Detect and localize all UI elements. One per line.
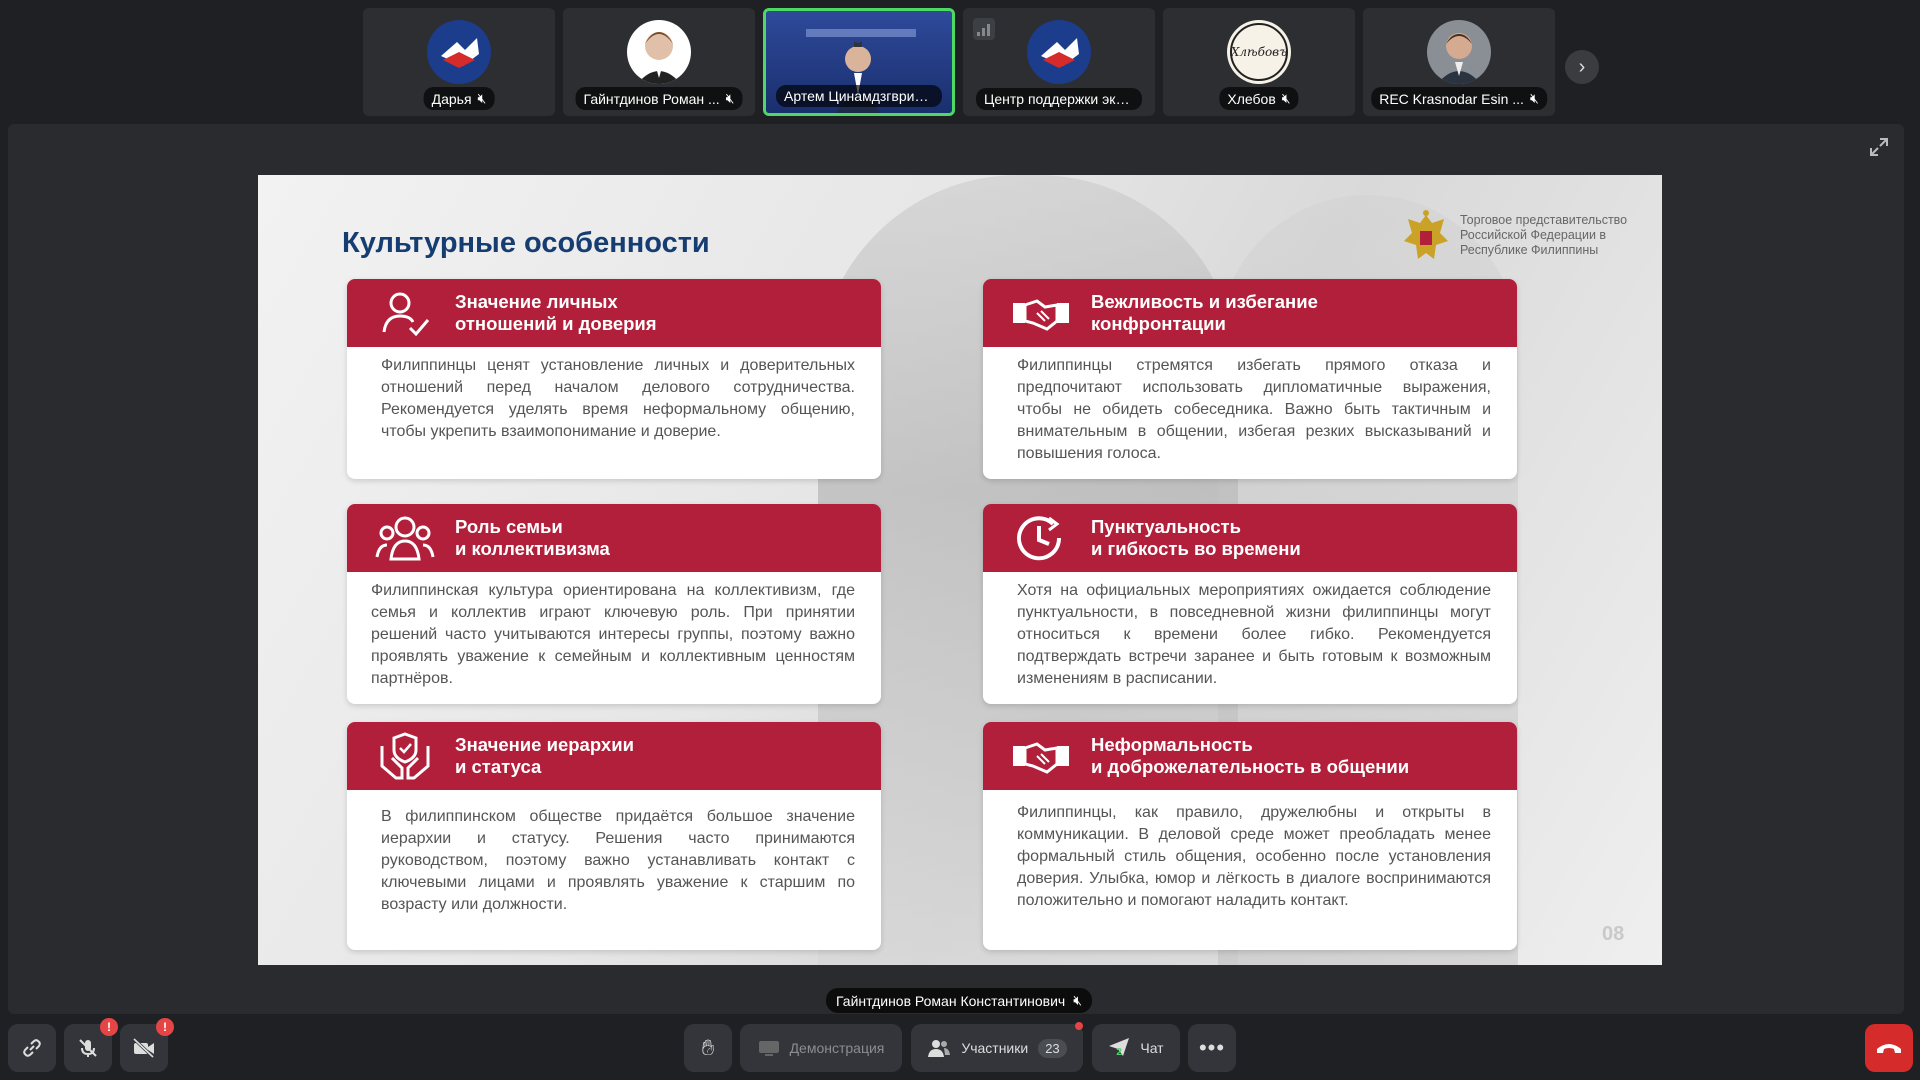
card-title: Пунктуальность и гибкость во времени: [1091, 516, 1301, 559]
mic-off-icon: 🔇︎: [725, 90, 735, 106]
chevron-right-icon[interactable]: ›: [1565, 50, 1599, 84]
info-card: Роль семьи и коллективизма Филиппинская …: [347, 504, 881, 704]
info-card: Вежливость и избегание конфронтации Фили…: [983, 279, 1517, 479]
hlebov-logo-icon: Хлѣбовъ: [1230, 23, 1288, 81]
users-icon: [928, 1040, 951, 1057]
logo-icon: [441, 38, 479, 68]
info-card: Неформальность и доброжелательность в об…: [983, 722, 1517, 950]
card-text: Филиппинцы, как правило, дружелюбны и от…: [1017, 804, 1491, 909]
card-title: Значение личных отношений и доверия: [455, 291, 657, 334]
mic-off-icon: 🔇︎: [1529, 90, 1539, 106]
alert-badge: !: [100, 1018, 118, 1036]
card-title: Неформальность и доброжелательность в об…: [1091, 734, 1410, 777]
camera-toggle-button[interactable]: !: [120, 1018, 174, 1072]
card-text: Филиппинцы ценят установление личных и д…: [381, 357, 855, 440]
page-number: 08: [1602, 923, 1625, 945]
participant-tile[interactable]: Дарья 🔇︎: [363, 8, 555, 116]
avatar: [427, 20, 491, 84]
mic-off-icon: [79, 1039, 97, 1057]
info-card: Значение иерархии и статуса В филиппинск…: [347, 722, 881, 950]
link-icon: [23, 1039, 41, 1057]
avatar: [1427, 20, 1491, 84]
person-photo-icon: [1437, 33, 1481, 84]
copy-link-button[interactable]: [8, 1024, 56, 1072]
audio-level-icon: [973, 18, 995, 40]
participants-count: 23: [1038, 1038, 1067, 1058]
speaker-name: Гайнтдинов Роман Константинович: [836, 992, 1066, 1009]
participant-tile[interactable]: Гайнтдинов Роман ... 🔇︎: [563, 8, 755, 116]
hands-shield-icon: [371, 722, 439, 790]
participant-strip: Дарья 🔇︎ Гайнтдинов Роман ... 🔇︎ Артем Цин…: [363, 8, 1555, 116]
card-text: Филиппинцы стремятся избегать прямого от…: [1017, 357, 1491, 462]
notification-dot: [1075, 1022, 1083, 1030]
mic-off-icon: 🔇︎: [1073, 992, 1083, 1008]
organization-name: Торговое представительство Российской Фе…: [1460, 213, 1628, 257]
participant-tile[interactable]: Хлѣбовъ Хлебов 🔇︎: [1163, 8, 1355, 116]
mic-off-icon: 🔇︎: [477, 90, 487, 106]
participant-tile[interactable]: REC Krasnodar Esin ... 🔇︎: [1363, 8, 1555, 116]
mic-off-icon: 🔇︎: [1281, 90, 1291, 106]
participant-tile[interactable]: Центр поддержки экс...: [963, 8, 1155, 116]
card-title: Значение иерархии и статуса: [455, 734, 634, 777]
speaker-label: Гайнтдинов Роман Константинович 🔇︎: [826, 988, 1093, 1013]
participant-name: Хлебов: [1227, 90, 1276, 107]
end-call-button[interactable]: [1865, 1024, 1913, 1072]
chat-badge: 2: [1116, 1046, 1122, 1058]
camera-off-icon: [132, 1037, 155, 1059]
person-check-icon: [371, 279, 439, 347]
participant-name: Гайнтдинов Роман ...: [583, 90, 720, 107]
avatar: [627, 20, 691, 84]
presentation-slide: Культурные особенности Торговое представ…: [258, 175, 1662, 965]
more-icon: •••: [1198, 1035, 1226, 1060]
raise-hand-button[interactable]: ✋︎: [684, 1024, 732, 1072]
avatar: Хлѣбовъ: [1227, 20, 1291, 84]
participant-tile-active[interactable]: Артем Цинамдзгвриш...: [763, 8, 955, 116]
screen-share-button[interactable]: Демонстрация: [740, 1024, 902, 1072]
group-icon: [371, 504, 439, 572]
participant-name: Дарья: [431, 90, 472, 107]
chat-button[interactable]: 2 Чат: [1092, 1024, 1180, 1072]
person-photo-icon: [637, 32, 681, 84]
card-text: Хотя на официальных мероприятиях ожидает…: [1017, 582, 1491, 687]
participant-name: Артем Цинамдзгвриш...: [784, 88, 934, 104]
expand-icon[interactable]: [1868, 136, 1890, 158]
avatar: [1027, 20, 1091, 84]
screen-share-label: Демонстрация: [789, 1040, 885, 1056]
more-options-button[interactable]: •••: [1188, 1024, 1236, 1072]
participant-name: REC Krasnodar Esin ...: [1379, 90, 1524, 107]
participant-name: Центр поддержки экс...: [984, 91, 1134, 107]
hand-icon: ✋︎: [701, 1035, 715, 1060]
alert-badge: !: [156, 1018, 174, 1036]
screen-icon: [758, 1041, 779, 1056]
chat-label: Чат: [1140, 1040, 1164, 1056]
coat-of-arms-icon: [1404, 210, 1448, 259]
mic-toggle-button[interactable]: !: [64, 1018, 118, 1072]
card-title: Вежливость и избегание конфронтации: [1091, 291, 1318, 334]
info-card: Значение личных отношений и доверия Фили…: [347, 279, 881, 479]
participants-button[interactable]: Участники 23: [911, 1022, 1083, 1072]
handshake-icon: [1007, 722, 1075, 790]
participants-label: Участники: [961, 1040, 1029, 1056]
handshake-icon: [1007, 279, 1075, 347]
info-card: Пунктуальность и гибкость во времени Хот…: [983, 504, 1517, 704]
slide-title: Культурные особенности: [342, 227, 710, 259]
logo-icon: [1041, 38, 1079, 68]
svg-text:Хлѣбовъ: Хлѣбовъ: [1230, 45, 1287, 59]
clock-icon: [1007, 504, 1075, 572]
card-text: В филиппинском обществе придаётся большо…: [381, 808, 855, 913]
card-text: Филиппинская культура ориентирована на к…: [371, 582, 855, 687]
card-title: Роль семьи и коллективизма: [455, 516, 610, 559]
phone-hangup-icon: [1877, 1044, 1901, 1053]
